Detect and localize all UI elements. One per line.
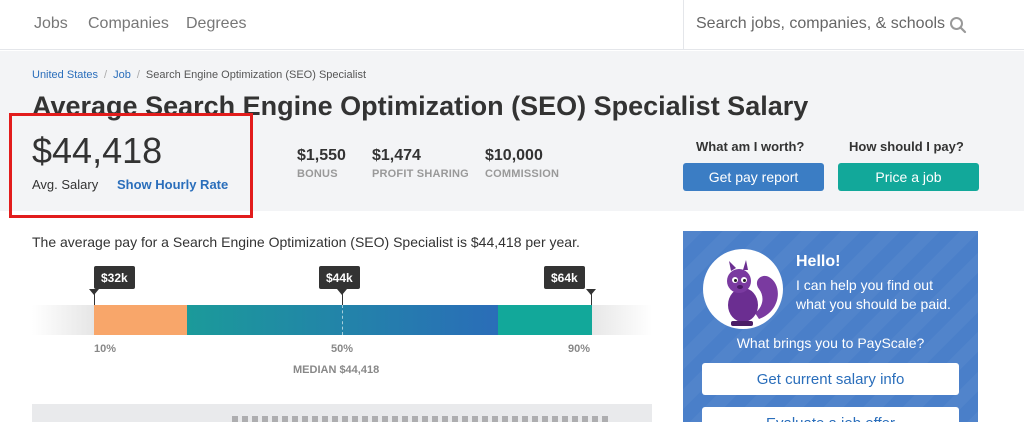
percentile-90-label: 90%	[568, 343, 591, 355]
percentile-10-label: 10%	[94, 343, 117, 355]
search-icon[interactable]	[949, 16, 967, 34]
content-section-preview-text	[232, 416, 612, 422]
evaluate-job-offer-button[interactable]: Evaluate a job offer	[702, 407, 959, 422]
squirrel-mascot-avatar	[703, 249, 783, 329]
range-marker-median: $44k	[319, 266, 360, 289]
range-marker-high: $64k	[544, 266, 585, 289]
median-line	[342, 305, 343, 335]
salary-description: The average pay for a Search Engine Opti…	[32, 234, 580, 250]
get-pay-report-button[interactable]: Get pay report	[683, 163, 824, 191]
stat-value: $10,000	[485, 147, 543, 164]
stat-label: PROFIT SHARING	[372, 168, 469, 180]
stat-commission: $10,000 COMMISSION	[485, 147, 559, 180]
price-a-job-button[interactable]: Price a job	[838, 163, 979, 191]
what-am-i-worth-label: What am I worth?	[696, 139, 805, 154]
percentile-50-label: 50%	[331, 343, 354, 355]
search-input[interactable]	[696, 15, 946, 33]
breadcrumb-job-link[interactable]: Job	[113, 69, 131, 81]
top-nav: Jobs Companies Degrees	[0, 0, 1024, 50]
chat-assistant-panel: Hello! I can help you find out what you …	[683, 231, 978, 422]
stat-profit-sharing: $1,474 PROFIT SHARING	[372, 147, 469, 180]
chat-message: I can help you find out what you should …	[796, 277, 951, 312]
nav-jobs-link[interactable]: Jobs	[34, 15, 68, 33]
get-current-salary-info-button[interactable]: Get current salary info	[702, 363, 959, 395]
chat-greeting: Hello!	[796, 253, 841, 270]
how-should-i-pay-label: How should I pay?	[849, 139, 964, 154]
stat-value: $1,550	[297, 147, 346, 164]
search-bar	[683, 0, 1024, 50]
breadcrumb-current: Search Engine Optimization (SEO) Special…	[145, 69, 367, 81]
range-marker-line	[342, 289, 343, 305]
chat-question: What brings you to PayScale?	[736, 335, 925, 351]
stat-value: $1,474	[372, 147, 421, 164]
squirrel-icon	[727, 260, 778, 326]
highlight-annotation-box	[9, 113, 253, 218]
breadcrumb-separator: /	[104, 69, 108, 81]
breadcrumb-country-link[interactable]: United States	[32, 69, 98, 81]
stat-label: BONUS	[297, 168, 338, 180]
nav-companies-link[interactable]: Companies	[88, 15, 169, 33]
breadcrumb: United States / Job / Search Engine Optimiza…	[32, 69, 366, 81]
median-salary-label: MEDIAN $44,418	[293, 364, 380, 376]
stat-label: COMMISSION	[485, 168, 560, 180]
range-marker-line	[94, 289, 95, 305]
salary-range-low-segment	[94, 305, 187, 335]
salary-range-high-segment	[498, 305, 592, 335]
range-marker-low: $32k	[94, 266, 135, 289]
range-marker-line	[591, 289, 592, 305]
nav-degrees-link[interactable]: Degrees	[186, 15, 246, 33]
stat-bonus: $1,550 BONUS	[297, 147, 346, 180]
breadcrumb-separator: /	[136, 69, 140, 81]
